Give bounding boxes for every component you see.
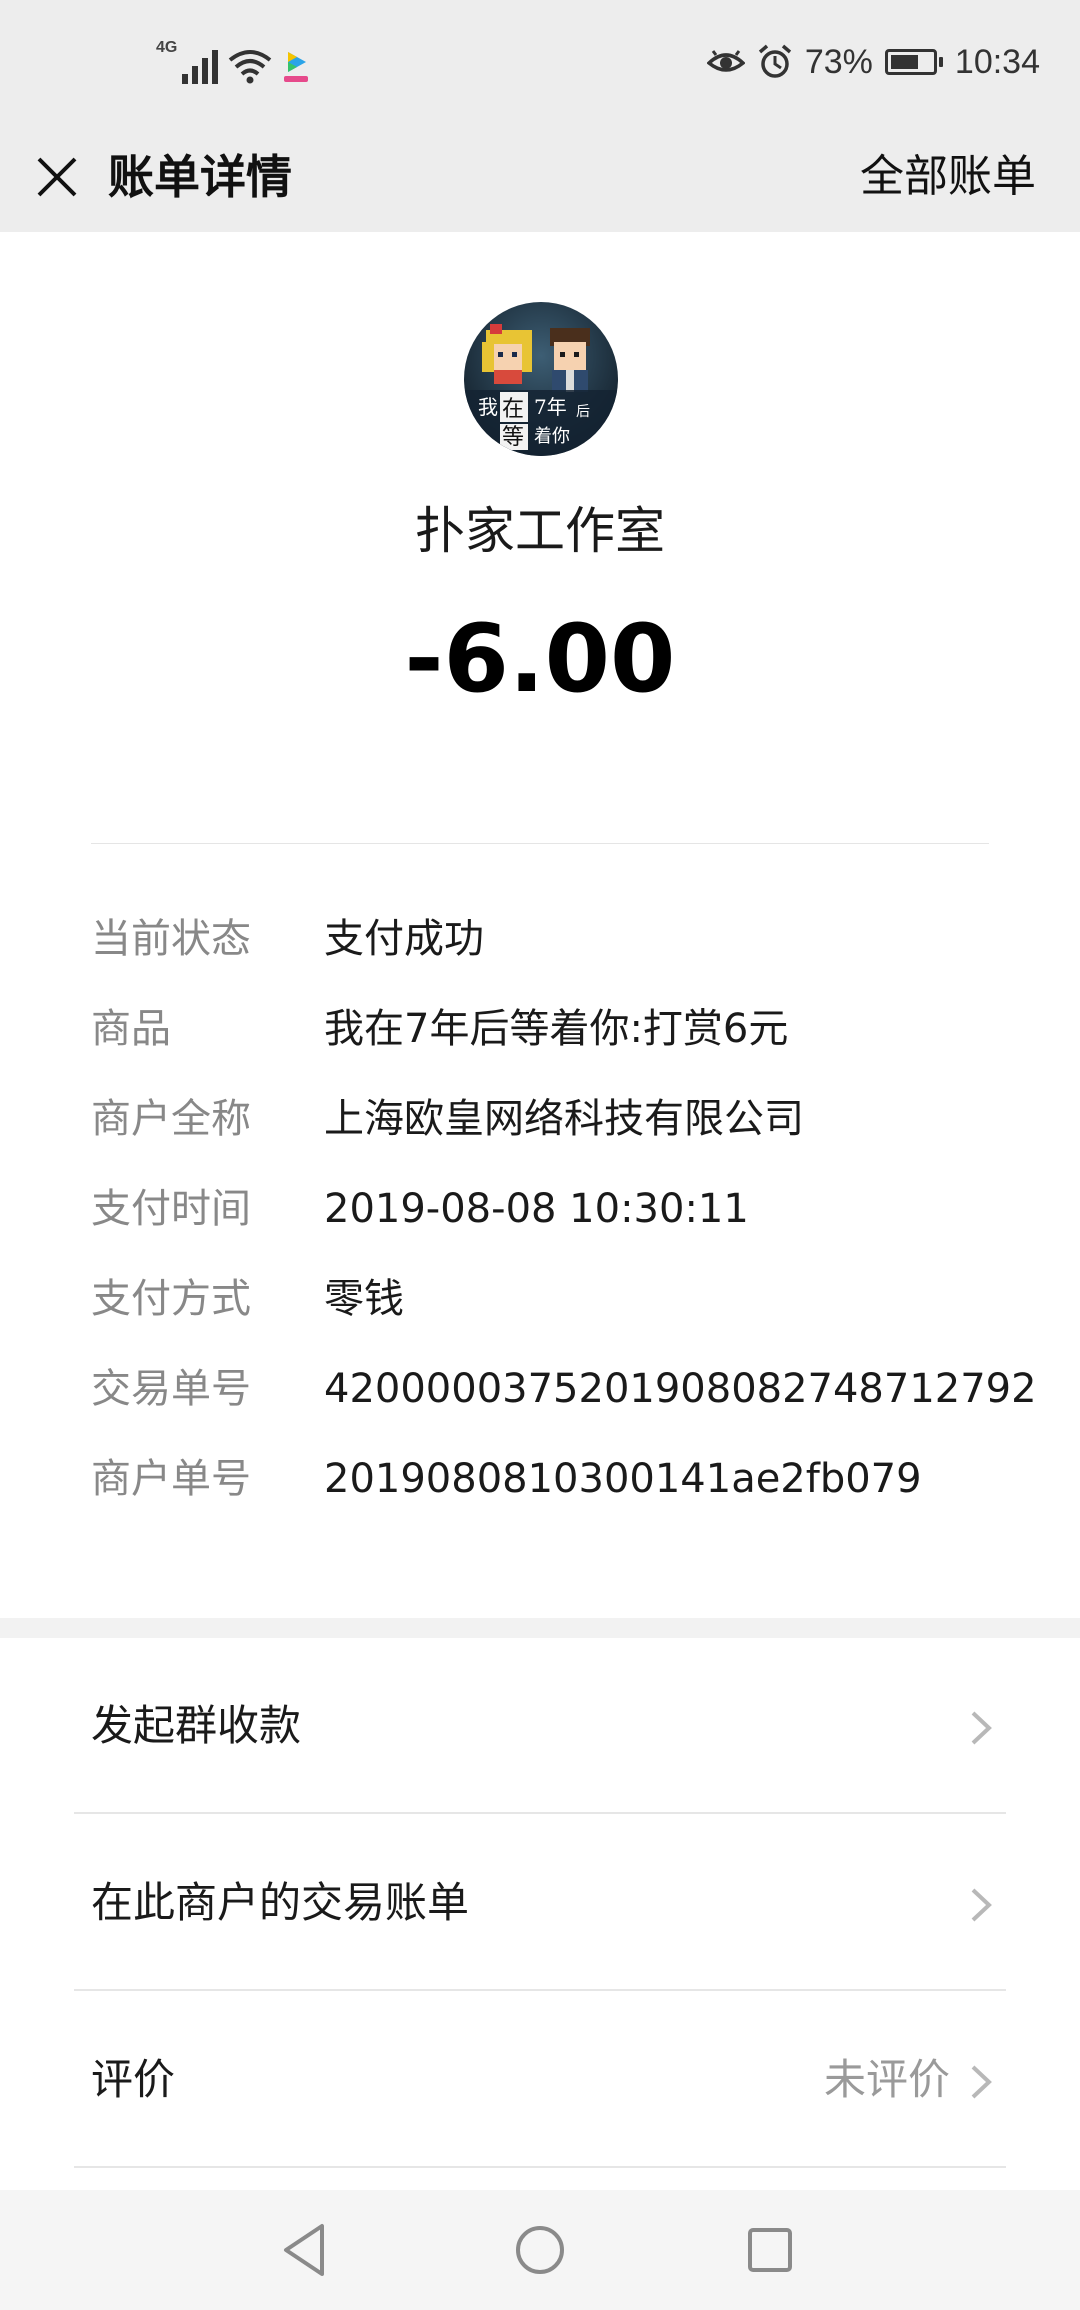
- signal-4g-icon: 4G: [156, 40, 218, 84]
- detail-value: 4200000375201908082748712792: [324, 1366, 1037, 1412]
- svg-text:我: 我: [478, 395, 498, 419]
- merchant-name: 扑家工作室: [415, 502, 665, 560]
- page-title: 账单详情: [108, 150, 292, 204]
- battery-percent: 73%: [804, 42, 873, 81]
- chevron-right-icon: [971, 1711, 992, 1745]
- detail-label: 支付方式: [91, 1276, 251, 1322]
- battery-level-fill: [890, 55, 919, 69]
- system-nav-bar: [0, 2190, 1080, 2310]
- eye-comfort-icon: [706, 50, 745, 72]
- svg-text:7年: 7年: [534, 395, 567, 419]
- row-divider: [74, 1812, 1006, 1814]
- app-notification-icon: [284, 52, 308, 82]
- review-row[interactable]: 评价 未评价: [0, 1992, 1080, 2168]
- svg-text:后: 后: [576, 404, 590, 420]
- row-divider: [74, 1989, 1006, 1991]
- detail-value: 2019080810300141ae2fb079: [324, 1456, 922, 1502]
- status-bar-left: 4G: [156, 36, 310, 84]
- detail-label: 支付时间: [91, 1186, 251, 1232]
- detail-label: 商品: [91, 1006, 171, 1052]
- detail-label: 商户单号: [91, 1456, 251, 1502]
- header-divider: [91, 843, 989, 844]
- chevron-right-icon: [971, 1888, 992, 1922]
- network-type-label: 4G: [156, 39, 178, 56]
- detail-label: 当前状态: [91, 916, 251, 962]
- detail-label: 交易单号: [91, 1366, 251, 1412]
- detail-value: 上海欧皇网络科技有限公司: [324, 1096, 804, 1142]
- status-bar: 4G 73% 10:34: [0, 0, 1080, 122]
- detail-value: 零钱: [324, 1276, 404, 1322]
- detail-row-transaction-id: 交易单号 4200000375201908082748712792: [91, 1354, 1041, 1424]
- back-icon[interactable]: [270, 2216, 338, 2284]
- wifi-icon: [228, 50, 272, 84]
- section-separator: [0, 1618, 1080, 1638]
- svg-text:在: 在: [502, 397, 524, 422]
- detail-value: 支付成功: [324, 916, 484, 962]
- title-bar: 账单详情 全部账单: [0, 122, 1080, 232]
- detail-label: 商户全称: [91, 1096, 251, 1142]
- detail-row-merchant-fullname: 商户全称 上海欧皇网络科技有限公司: [91, 1084, 1041, 1154]
- detail-row-product: 商品 我在7年后等着你:打赏6元: [91, 994, 1041, 1064]
- group-collection-row[interactable]: 发起群收款: [0, 1638, 1080, 1814]
- status-bar-right: 73% 10:34: [706, 38, 1040, 86]
- merchant-bills-row[interactable]: 在此商户的交易账单: [0, 1815, 1080, 1991]
- payment-amount: -6.00: [404, 605, 676, 714]
- all-bills-link[interactable]: 全部账单: [860, 142, 1036, 212]
- action-label: 评价: [91, 2055, 176, 2104]
- battery-icon: [884, 49, 943, 75]
- action-label: 在此商户的交易账单: [91, 1878, 470, 1927]
- row-divider: [74, 2166, 1006, 2168]
- detail-row-status: 当前状态 支付成功: [91, 904, 1041, 974]
- close-icon[interactable]: [24, 144, 90, 210]
- detail-row-payment-method: 支付方式 零钱: [91, 1264, 1041, 1334]
- merchant-avatar: 我 在 7年 后 等 着你: [464, 302, 618, 456]
- svg-text:等: 等: [502, 425, 524, 450]
- review-status: 未评价: [823, 2055, 950, 2104]
- detail-row-payment-time: 支付时间 2019-08-08 10:30:11: [91, 1174, 1041, 1244]
- action-label: 发起群收款: [91, 1701, 302, 1750]
- svg-text:着你: 着你: [534, 426, 570, 447]
- chevron-right-icon: [971, 2065, 992, 2099]
- clock: 10:34: [954, 42, 1040, 81]
- recents-icon[interactable]: [736, 2216, 804, 2284]
- detail-value: 2019-08-08 10:30:11: [324, 1186, 749, 1232]
- detail-row-merchant-order-id: 商户单号 2019080810300141ae2fb079: [91, 1444, 1041, 1514]
- detail-value: 我在7年后等着你:打赏6元: [324, 1006, 789, 1052]
- home-icon[interactable]: [506, 2216, 574, 2284]
- alarm-icon: [758, 44, 791, 78]
